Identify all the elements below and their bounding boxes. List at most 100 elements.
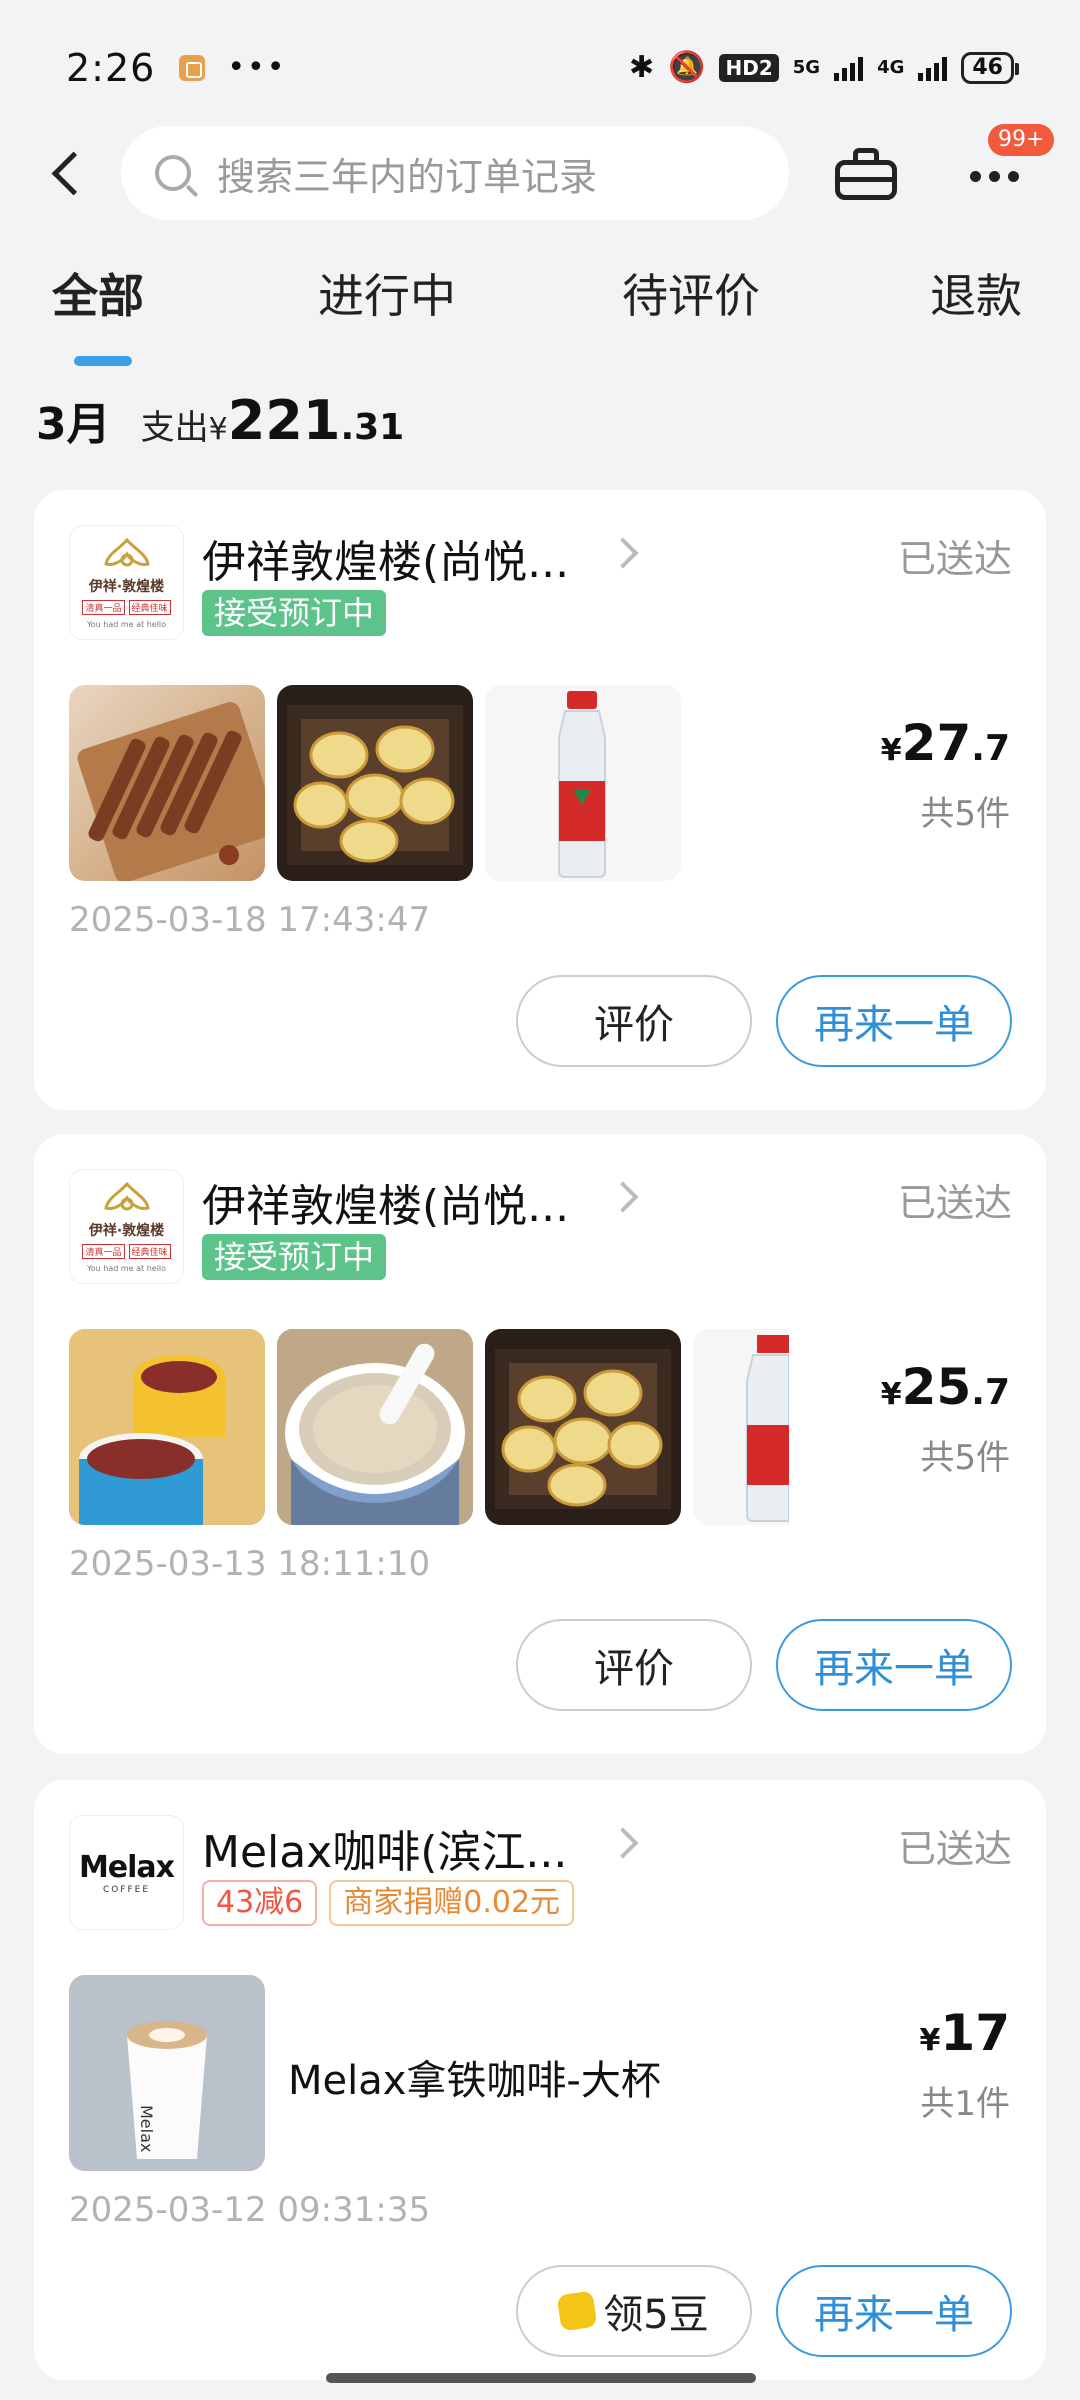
battery-icon: 46 xyxy=(961,51,1019,84)
order-timestamp: 2025-03-12 09:31:35 xyxy=(69,2190,431,2230)
briefcase-button[interactable] xyxy=(835,146,897,202)
shop-logo-sub: COFFEE xyxy=(102,1885,151,1895)
order-tabs: 全部 进行中 待评价 退款 xyxy=(0,260,1080,370)
shop-logo-sub: 清真一品 xyxy=(82,1244,125,1259)
5g-label: 5G xyxy=(792,57,821,78)
order-card[interactable]: 伊祥·敦煌楼 清真一品 经典佳味 You had me at hello 伊祥敦… xyxy=(34,490,1046,1110)
price-int: 17 xyxy=(940,2004,1010,2062)
svg-text:Melax: Melax xyxy=(137,2105,156,2152)
review-button[interactable]: 评价 xyxy=(516,1619,752,1711)
home-indicator[interactable] xyxy=(326,2373,756,2383)
shop-logo-text: 伊祥·敦煌楼 xyxy=(88,579,165,595)
product-name[interactable]: Melax拿铁咖啡-大杯 xyxy=(288,2048,661,2106)
status-icons: ✱ 🔕 HD2 5G 4G 46 xyxy=(628,50,1019,85)
tab-refund[interactable]: 退款 xyxy=(930,260,1022,326)
product-image-red-bean-cup[interactable] xyxy=(69,1329,265,1525)
review-button[interactable]: 评价 xyxy=(516,975,752,1067)
spend-amount-int: 221 xyxy=(227,389,341,452)
order-card[interactable]: Melax COFFEE Melax咖啡(滨江... 已送达 43减6 商家捐赠… xyxy=(34,1780,1046,2380)
order-timestamp: 2025-03-18 17:43:47 xyxy=(69,900,431,940)
tab-all[interactable]: 全部 xyxy=(52,260,144,326)
price-dec: .7 xyxy=(971,1372,1010,1413)
bean-coin-icon xyxy=(556,2290,598,2332)
spend-currency: ¥ xyxy=(208,412,228,447)
chevron-right-icon[interactable] xyxy=(607,537,639,569)
price-int: 25 xyxy=(901,1358,972,1416)
shop-name[interactable]: Melax咖啡(滨江... xyxy=(202,1816,567,1880)
shop-logo[interactable]: Melax COFFEE xyxy=(69,1815,184,1930)
discount-tag: 43减6 xyxy=(202,1880,318,1926)
shop-logo-mark-icon xyxy=(104,1181,150,1211)
price-currency: ¥ xyxy=(919,2023,941,2058)
tab-indicator xyxy=(74,356,132,366)
shop-name[interactable]: 伊祥敦煌楼(尚悦... xyxy=(202,526,569,590)
tab-in-progress[interactable]: 进行中 xyxy=(318,260,456,326)
shop-name[interactable]: 伊祥敦煌楼(尚悦... xyxy=(202,1170,569,1234)
shop-logo-sub: 经典佳味 xyxy=(128,600,171,615)
order-status: 已送达 xyxy=(897,1827,1012,1871)
back-button[interactable] xyxy=(40,144,100,204)
shop-logo-eng: You had me at hello xyxy=(86,1264,167,1273)
month-label: 3月 xyxy=(36,399,111,450)
product-image-skewers[interactable] xyxy=(69,685,265,881)
shop-logo-text: Melax xyxy=(78,1850,175,1885)
product-image-buns[interactable] xyxy=(485,1329,681,1525)
shop-tag: 接受预订中 xyxy=(202,590,387,636)
shop-logo-sub: 清真一品 xyxy=(82,600,125,615)
reorder-button[interactable]: 再来一单 xyxy=(776,2265,1012,2357)
product-image-water[interactable] xyxy=(693,1329,789,1525)
search-placeholder: 搜索三年内的订单记录 xyxy=(217,154,598,199)
product-thumbnails[interactable] xyxy=(69,685,799,881)
product-image-buns[interactable] xyxy=(277,685,473,881)
mute-icon: 🔕 xyxy=(668,50,706,85)
shop-logo-sub: 经典佳味 xyxy=(128,1244,171,1259)
search-icon xyxy=(155,155,191,191)
price-dec: .7 xyxy=(971,728,1010,769)
claim-beans-label: 领5豆 xyxy=(603,2292,709,2338)
item-count: 共1件 xyxy=(920,2084,1010,2124)
order-status: 已送达 xyxy=(897,537,1012,581)
reorder-button[interactable]: 再来一单 xyxy=(776,975,1012,1067)
more-notifications-icon: ••• xyxy=(227,50,287,85)
shop-tag: 接受预订中 xyxy=(202,1234,387,1280)
item-count: 共5件 xyxy=(920,794,1010,834)
donation-tag: 商家捐赠0.02元 xyxy=(329,1880,575,1926)
promo-tags: 43减6 商家捐赠0.02元 xyxy=(202,1880,575,1926)
4g-label: 4G xyxy=(877,57,905,78)
bluetooth-icon: ✱ xyxy=(628,50,655,85)
shop-logo[interactable]: 伊祥·敦煌楼 清真一品 经典佳味 You had me at hello xyxy=(69,525,184,640)
shop-logo-mark-icon xyxy=(104,537,150,567)
order-price: ¥ 17 xyxy=(920,2004,1010,2062)
order-status: 已送达 xyxy=(897,1181,1012,1225)
order-timestamp: 2025-03-13 18:11:10 xyxy=(69,1544,431,1584)
tab-to-review[interactable]: 待评价 xyxy=(622,260,760,326)
item-count: 共5件 xyxy=(920,1438,1010,1478)
price-currency: ¥ xyxy=(880,733,902,768)
search-input[interactable]: 搜索三年内的订单记录 xyxy=(121,126,789,220)
order-price: ¥ 27 .7 xyxy=(881,714,1010,772)
reorder-button[interactable]: 再来一单 xyxy=(776,1619,1012,1711)
product-image-porridge[interactable] xyxy=(277,1329,473,1525)
product-thumbnails[interactable] xyxy=(69,1329,799,1525)
order-card[interactable]: 伊祥·敦煌楼 清真一品 经典佳味 You had me at hello 伊祥敦… xyxy=(34,1134,1046,1754)
header: 搜索三年内的订单记录 99+ xyxy=(0,124,1080,226)
status-bar: 2:26 ••• ✱ 🔕 HD2 5G 4G 46 xyxy=(0,0,1080,135)
price-int: 27 xyxy=(901,714,972,772)
signal-5g-icon xyxy=(834,55,864,81)
chevron-right-icon[interactable] xyxy=(607,1181,639,1213)
claim-beans-button[interactable]: 领5豆 xyxy=(516,2265,752,2357)
hd-icon: HD2 xyxy=(719,53,779,82)
spend-label: 支出 xyxy=(140,408,209,448)
product-image-coffee[interactable]: Melax xyxy=(69,1975,265,2171)
app-notification-icon xyxy=(179,54,206,81)
notification-badge: 99+ xyxy=(988,124,1055,156)
product-image-water[interactable] xyxy=(485,685,681,881)
more-button[interactable] xyxy=(970,156,1030,196)
shop-logo[interactable]: 伊祥·敦煌楼 清真一品 经典佳味 You had me at hello xyxy=(69,1169,184,1284)
spend-amount-dec: .31 xyxy=(340,407,405,448)
monthly-summary: 3月 支出 ¥ 221 .31 xyxy=(36,388,404,452)
signal-4g-icon xyxy=(918,55,948,81)
shop-logo-eng: You had me at hello xyxy=(86,620,167,629)
chevron-right-icon[interactable] xyxy=(607,1827,639,1859)
shop-logo-text: 伊祥·敦煌楼 xyxy=(88,1223,165,1239)
